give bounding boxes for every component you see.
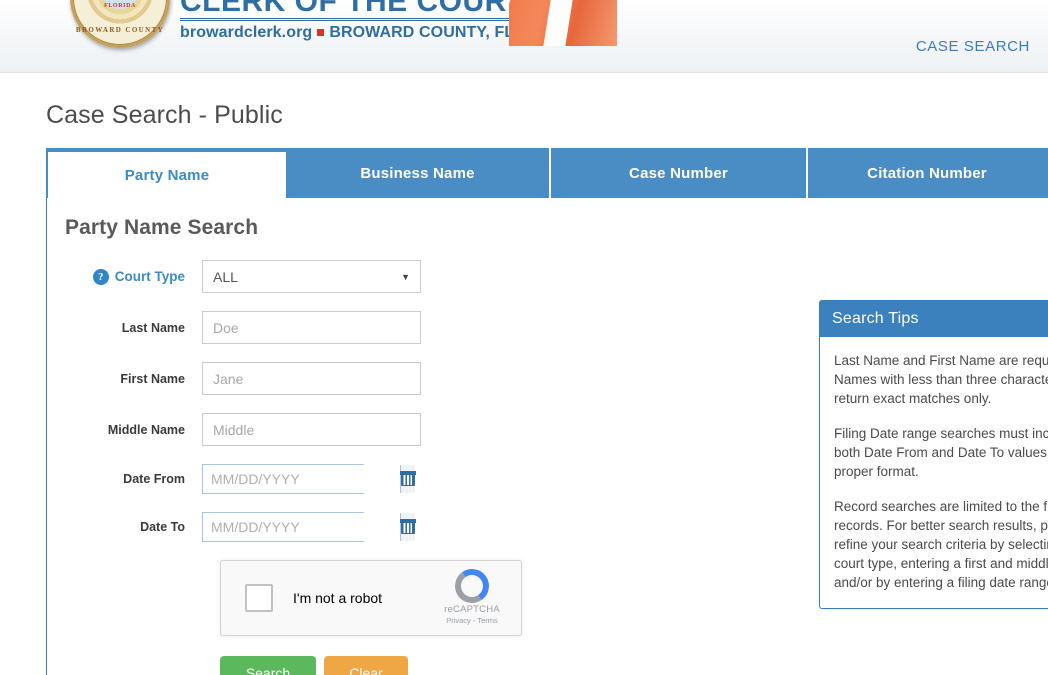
site-header: FLORIDA BROWARD COUNTY CLERK OF THE COUR… (0, 0, 1048, 73)
page-body: Case Search - Public Party Name Business… (0, 73, 1048, 675)
tab-party-name[interactable]: Party Name (48, 152, 286, 198)
tab-strip: Party Name Business Name Case Number Cit… (46, 148, 1048, 198)
court-type-label-text: Court Type (114, 269, 185, 284)
middle-name-label: Middle Name (107, 422, 185, 437)
last-name-input[interactable] (202, 311, 421, 344)
date-from-input[interactable] (203, 465, 400, 493)
page-title: Case Search - Public (46, 101, 283, 129)
form-row-court-type: ? Court Type ALL ▼ (65, 260, 1048, 293)
brand-website: browardclerk.org (180, 24, 313, 41)
date-from-label: Date From (123, 472, 185, 486)
tabs-wrap: Party Name Business Name Case Number Cit… (46, 148, 1048, 675)
primary-nav: CASE SEARCH (916, 38, 1048, 56)
middle-name-input[interactable] (202, 413, 421, 446)
first-name-label: First Name (120, 371, 185, 386)
court-type-label: ? Court Type (65, 268, 202, 285)
question-mark-icon[interactable]: ? (92, 268, 109, 285)
recaptcha-brand-name: reCAPTCHA (444, 604, 500, 615)
clear-button[interactable]: Clear (324, 656, 408, 675)
brand-block[interactable]: FLORIDA BROWARD COUNTY CLERK OF THE COUR… (70, 0, 567, 48)
first-name-input[interactable] (202, 362, 421, 395)
court-type-selected-value: ALL (213, 268, 238, 285)
date-to-calendar-button[interactable] (400, 513, 416, 541)
nav-link-case-search[interactable]: CASE SEARCH (916, 38, 1030, 55)
search-tips-body: Last Name and First Name are required. N… (820, 337, 1048, 608)
date-to-label: Date To (140, 520, 185, 534)
seal-ring-label: BROWARD COUNTY (75, 26, 165, 34)
recaptcha-widget[interactable]: I'm not a robot reCAPTCHA Privacy - Term… (220, 560, 522, 636)
calendar-icon (400, 519, 416, 534)
red-square-icon (317, 28, 325, 36)
tab-citation-number[interactable]: Citation Number (808, 148, 1046, 198)
date-from-calendar-button[interactable] (400, 465, 416, 493)
recaptcha-logo-blue-arc (452, 566, 492, 606)
search-tips-paragraph: Last Name and First Name are required. N… (834, 353, 1048, 406)
date-to-input[interactable] (203, 513, 400, 541)
tab-case-number[interactable]: Case Number (551, 148, 808, 198)
tab-panel-party-name: Party Name Search ? Court Type ALL ▼ Las… (46, 198, 1048, 675)
recaptcha-label: I'm not a robot (293, 590, 383, 606)
calendar-icon (400, 471, 416, 486)
date-to-group (202, 512, 416, 542)
last-name-label: Last Name (121, 320, 185, 335)
search-tips-paragraph: Record searches are limited to the first… (834, 499, 1048, 590)
search-tips-panel: Search Tips Last Name and First Name are… (819, 300, 1048, 609)
form-action-row: Search Clear (220, 656, 1048, 675)
hero-photo (509, 0, 617, 46)
seal-state-label: FLORIDA (104, 3, 136, 9)
panel-heading: Party Name Search (65, 216, 259, 239)
broward-county-seal-icon: FLORIDA BROWARD COUNTY (70, 0, 170, 48)
tab-business-name[interactable]: Business Name (286, 148, 551, 198)
recaptcha-branding: reCAPTCHA Privacy - Terms (433, 566, 511, 625)
court-type-select[interactable]: ALL ▼ (202, 260, 421, 293)
date-from-group (202, 464, 416, 494)
recaptcha-checkbox[interactable] (245, 584, 273, 612)
chevron-down-icon: ▼ (401, 271, 410, 282)
search-tips-paragraph: Filing Date range searches must include … (834, 426, 1048, 479)
recaptcha-terms-link[interactable]: Privacy - Terms (433, 616, 511, 625)
recaptcha-logo-icon (452, 566, 492, 606)
search-button[interactable]: Search (220, 656, 316, 675)
search-tips-title: Search Tips (820, 301, 1048, 337)
